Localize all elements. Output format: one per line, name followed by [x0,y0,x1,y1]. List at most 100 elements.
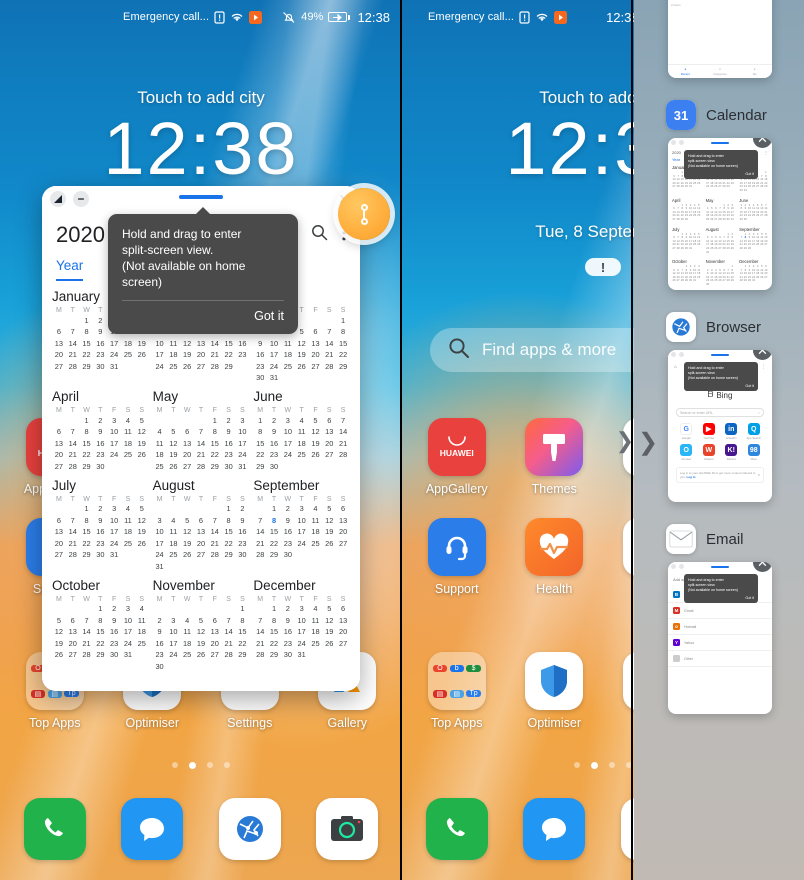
calendar-day[interactable]: 15 [336,339,350,349]
calendar-day[interactable]: 8 [93,616,107,626]
calendar-day[interactable]: 6 [336,604,350,614]
calendar-day[interactable]: 28 [222,650,236,660]
calendar-day[interactable]: 6 [336,504,350,514]
calendar-day[interactable]: 7 [80,616,94,626]
calendar-day[interactable]: 17 [295,527,309,537]
calendar-day[interactable]: 27 [208,650,222,660]
calendar-day[interactable]: 25 [180,650,194,660]
calendar-day[interactable]: 1 [222,504,236,514]
calendar-day[interactable]: 31 [107,550,121,560]
calendar-day[interactable]: 22 [80,350,94,360]
mini-expand-icon[interactable] [671,352,676,357]
calendar-day[interactable]: 6 [66,616,80,626]
calendar-day[interactable]: 9 [93,327,107,337]
calendar-day[interactable]: 19 [309,439,323,449]
mini-drag-handle[interactable] [711,565,729,568]
search-bar[interactable]: Find apps & more [430,328,634,372]
mini-drag-handle[interactable] [711,141,729,144]
calendar-day[interactable]: 30 [253,373,267,383]
calendar-day[interactable]: 28 [253,650,267,660]
calendar-day[interactable]: 8 [253,427,267,437]
calendar-day[interactable]: 14 [253,627,267,637]
calendar-day[interactable]: 7 [322,327,336,337]
calendar-day[interactable]: 22 [80,539,94,549]
calendar-day[interactable]: 6 [52,427,66,437]
calendar-day[interactable]: 14 [66,439,80,449]
calendar-day[interactable]: 12 [295,339,309,349]
calendar-day[interactable]: 7 [253,516,267,526]
calendar-day[interactable]: 26 [52,650,66,660]
calendar-day[interactable]: 10 [107,516,121,526]
dock-messages[interactable] [506,798,604,860]
calendar-day[interactable]: 19 [166,450,180,460]
calendar-day[interactable]: 13 [180,439,194,449]
calendar-day[interactable]: 23 [107,639,121,649]
calendar-day[interactable]: 24 [236,450,250,460]
calendar-day[interactable]: 6 [52,327,66,337]
calendar-day[interactable]: 21 [222,639,236,649]
app-settings-partial[interactable]: S [603,652,634,730]
dock-browser[interactable] [603,798,634,860]
recent-app-card[interactable]: Hold and drag to enter split-screen view… [668,562,772,714]
mini-search-field[interactable]: Search or enter URL ⌕ [676,408,764,417]
month-cell[interactable]: August M T W T F S S 1 2 3 4 5 6 7 8 9 10 11 12 13 14 15 16 17 18… [153,478,250,572]
calendar-day[interactable]: 19 [52,639,66,649]
mini-minimize-icon[interactable] [679,352,684,357]
calendar-day[interactable]: 29 [208,462,222,472]
month-cell[interactable]: November M T W T F S S 1 2 3 4 5 6 7 8 9 10 11 12 13 14 15 16 17… [153,578,250,672]
mini-email-provider[interactable]: Y Yahoo [668,635,772,651]
calendar-day[interactable]: 15 [80,527,94,537]
mini-shortcut-tile[interactable]: Q App Search [744,423,765,440]
calendar-day[interactable]: 11 [281,339,295,349]
calendar-day[interactable]: 9 [253,339,267,349]
mini-email-provider[interactable]: Other [668,651,772,667]
calendar-day[interactable]: 23 [93,450,107,460]
dock-phone[interactable] [408,798,506,860]
calendar-day[interactable]: 1 [80,416,94,426]
calendar-day[interactable]: 26 [135,350,149,360]
calendar-day[interactable]: 27 [322,450,336,460]
calendar-day[interactable]: 31 [236,462,250,472]
mini-shortcut-tile[interactable]: K! Kahoot [721,444,742,461]
mini-got-it-button[interactable]: Got it [688,596,754,601]
calendar-day[interactable]: 7 [253,616,267,626]
calendar-day[interactable]: 9 [281,616,295,626]
calendar-day[interactable]: 10 [153,339,167,349]
calendar-day[interactable]: 5 [135,504,149,514]
app-support[interactable]: Support [408,518,506,596]
calendar-day[interactable]: 6 [309,327,323,337]
calendar-day[interactable]: 13 [52,439,66,449]
calendar-day[interactable]: 8 [80,427,94,437]
calendar-day[interactable]: 22 [336,350,350,360]
calendar-day[interactable]: 21 [66,539,80,549]
calendar-day[interactable]: 20 [52,450,66,460]
calendar-day[interactable]: 30 [93,462,107,472]
month-cell[interactable]: September M T W T F S S 1 2 3 4 5 6 7 8 9 10 11 12 13 14 15 16 1… [253,478,350,572]
calendar-day[interactable]: 29 [267,550,281,560]
calendar-day[interactable]: 25 [166,550,180,560]
calendar-day[interactable]: 23 [281,639,295,649]
calendar-day[interactable]: 27 [194,550,208,560]
calendar-day[interactable]: 4 [153,427,167,437]
calendar-day[interactable]: 2 [93,504,107,514]
calendar-day[interactable]: 2 [93,316,107,326]
calendar-day[interactable]: 10 [121,616,135,626]
calendar-day[interactable]: 20 [336,627,350,637]
calendar-day[interactable]: 12 [322,616,336,626]
calendar-day[interactable]: 25 [309,639,323,649]
mini-shortcut-tile[interactable]: 98 More [744,444,765,461]
calendar-day[interactable]: 19 [135,439,149,449]
calendar-day[interactable]: 12 [180,339,194,349]
calendar-day[interactable]: 27 [309,362,323,372]
calendar-day[interactable]: 9 [236,516,250,526]
calendar-day[interactable]: 8 [80,516,94,526]
calendar-day[interactable]: 6 [52,516,66,526]
calendar-day[interactable]: 13 [322,427,336,437]
calendar-day[interactable]: 20 [336,527,350,537]
calendar-day[interactable]: 3 [236,416,250,426]
calendar-day[interactable]: 18 [121,439,135,449]
calendar-day[interactable]: 2 [267,416,281,426]
calendar-day[interactable]: 10 [295,616,309,626]
calendar-day[interactable]: 31 [121,650,135,660]
month-cell[interactable]: July M T W T F S S 1 2 3 4 5 6 7 8 9 10 11 12 13 14 15 16 17 18 19… [52,478,149,572]
